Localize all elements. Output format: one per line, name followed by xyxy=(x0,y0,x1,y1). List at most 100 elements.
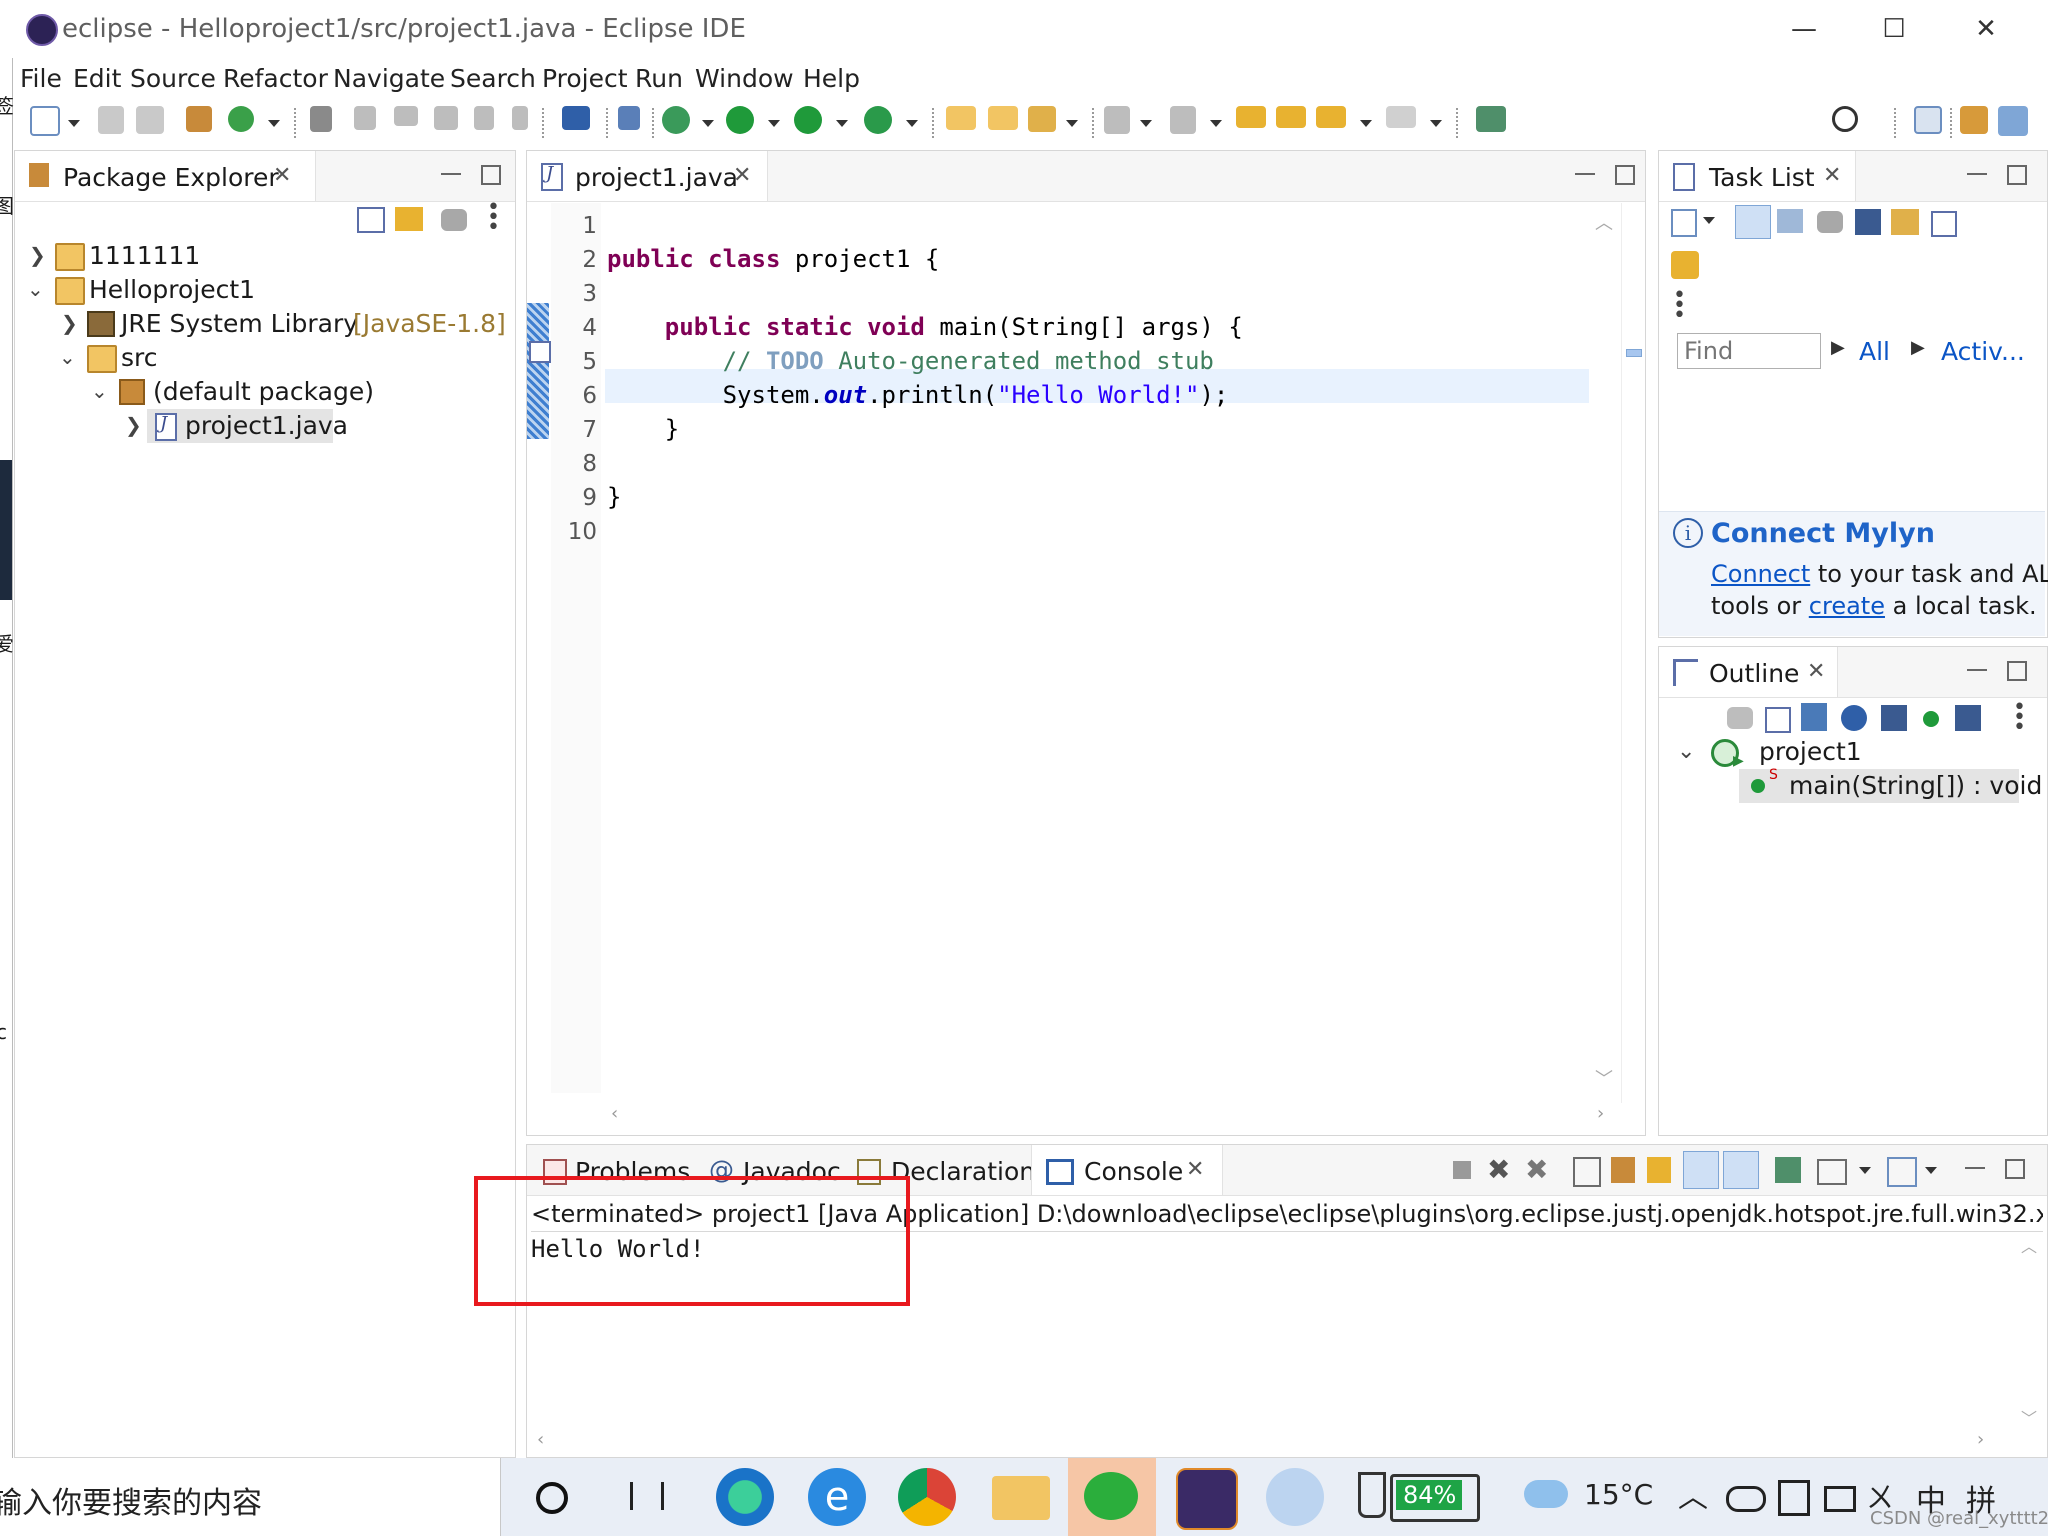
eclipse-taskbar-icon[interactable] xyxy=(1176,1468,1238,1530)
filters-icon[interactable] xyxy=(441,209,467,231)
new-task-icon[interactable] xyxy=(1671,209,1697,237)
toggle-mark-icon[interactable] xyxy=(394,106,418,126)
menu-refactor[interactable]: Refactor xyxy=(223,64,328,93)
chrome-browser-icon[interactable] xyxy=(898,1468,956,1526)
close-icon[interactable]: ✕ xyxy=(1823,163,1841,188)
filter-active-link[interactable]: Activ... xyxy=(1941,337,2025,366)
collapse-all-icon[interactable] xyxy=(357,207,385,233)
chevron-down-icon[interactable] xyxy=(1066,120,1078,127)
menu-edit[interactable]: Edit xyxy=(73,64,121,93)
close-icon[interactable]: ✕ xyxy=(733,163,751,188)
menu-source[interactable]: Source xyxy=(130,64,216,93)
search-icon[interactable] xyxy=(1832,106,1858,132)
maximize-button[interactable]: ☐ xyxy=(1862,8,1926,50)
clear-console-icon[interactable] xyxy=(1573,1157,1601,1187)
view-menu-icon[interactable]: • • • xyxy=(487,197,500,239)
horizontal-scrollbar[interactable]: ‹ › xyxy=(601,1101,1621,1131)
display-console-icon[interactable] xyxy=(1817,1159,1847,1185)
chevron-down-icon[interactable] xyxy=(1925,1167,1937,1174)
network-icon[interactable] xyxy=(1778,1480,1810,1516)
chevron-right-icon[interactable]: ❯ xyxy=(61,311,78,335)
maximize-view-icon[interactable] xyxy=(2007,661,2027,681)
taskbar-search-box[interactable]: 输入你要搜索的内容 xyxy=(0,1458,501,1536)
chevron-down-icon[interactable] xyxy=(1360,120,1372,127)
open-folder-icon[interactable] xyxy=(988,106,1018,130)
maximize-view-icon[interactable] xyxy=(481,165,501,185)
close-button[interactable]: ✕ xyxy=(1954,8,2018,50)
menu-file[interactable]: File xyxy=(20,64,62,93)
focus-icon[interactable] xyxy=(1817,211,1843,233)
onedrive-cloud-icon[interactable] xyxy=(1726,1486,1766,1512)
view-menu-icon[interactable]: • • • xyxy=(2013,697,2026,739)
menu-search[interactable]: Search xyxy=(450,64,536,93)
chevron-down-icon[interactable] xyxy=(268,120,280,127)
menu-project[interactable]: Project xyxy=(542,64,628,93)
coverage-icon[interactable] xyxy=(794,106,822,134)
debug-icon[interactable] xyxy=(662,106,690,134)
chevron-down-icon[interactable]: ⌄ xyxy=(27,277,44,301)
scroll-right-icon[interactable]: › xyxy=(1597,1103,1604,1124)
sync-icon[interactable] xyxy=(1891,209,1919,235)
feishu-icon[interactable] xyxy=(1266,1468,1324,1526)
chevron-down-icon[interactable] xyxy=(702,120,714,127)
remove-all-terminated-icon[interactable]: ✖ xyxy=(1525,1153,1548,1186)
word-wrap-icon[interactable] xyxy=(1647,1157,1671,1183)
file-explorer-icon[interactable] xyxy=(992,1476,1050,1520)
terminal-icon[interactable] xyxy=(562,106,590,130)
open-project-icon[interactable] xyxy=(946,106,976,130)
chevron-down-icon[interactable]: ⌄ xyxy=(59,345,76,369)
close-icon[interactable]: ✕ xyxy=(1807,659,1825,684)
ie-browser-icon[interactable]: e xyxy=(808,1468,866,1526)
view-menu-icon[interactable]: • • • xyxy=(1673,285,1686,327)
tab-project1-java[interactable]: project1.java ✕ xyxy=(527,151,768,201)
maximize-view-icon[interactable] xyxy=(2005,1159,2025,1179)
show-console-stdout-icon[interactable] xyxy=(1683,1151,1719,1189)
scroll-left-icon[interactable]: ‹ xyxy=(611,1103,618,1124)
hide-static-icon[interactable] xyxy=(1881,705,1907,731)
link-with-editor-icon[interactable] xyxy=(395,207,423,231)
open-type-icon[interactable] xyxy=(310,106,332,132)
chevron-down-icon[interactable] xyxy=(1859,1167,1871,1174)
scroll-up-icon[interactable]: ︿ xyxy=(2021,1233,2037,1257)
pin-console-icon[interactable] xyxy=(1775,1157,1801,1183)
scroll-left-icon[interactable]: ‹ xyxy=(537,1429,544,1450)
task-view-icon[interactable] xyxy=(630,1482,664,1510)
back-icon[interactable] xyxy=(1316,106,1346,128)
pilcrow-icon[interactable] xyxy=(512,106,528,130)
wechat-app-tile[interactable] xyxy=(1068,1458,1156,1536)
collapse-all-icon[interactable] xyxy=(1765,707,1791,733)
chevron-down-icon[interactable] xyxy=(68,120,80,127)
menu-run[interactable]: Run xyxy=(635,64,683,93)
scroll-right-icon[interactable]: › xyxy=(1977,1429,1984,1450)
chevron-down-icon[interactable] xyxy=(906,120,918,127)
whitespace-icon[interactable] xyxy=(474,106,494,130)
external-tools-icon[interactable] xyxy=(864,106,892,134)
close-icon[interactable]: ✕ xyxy=(273,163,291,188)
minimize-view-icon[interactable] xyxy=(441,165,461,175)
repositories-icon[interactable] xyxy=(1671,251,1699,279)
chevron-down-icon[interactable]: ⌄ xyxy=(1677,739,1695,764)
chevron-down-icon[interactable] xyxy=(1703,217,1715,224)
run-icon[interactable] xyxy=(726,106,754,134)
connect-link[interactable]: Connect xyxy=(1711,560,1810,588)
previous-annotation-icon[interactable] xyxy=(1170,106,1196,134)
code-area[interactable]: public class project1 { public static vo… xyxy=(535,203,1585,1093)
minimize-view-icon[interactable] xyxy=(1965,1159,1985,1169)
create-link[interactable]: create xyxy=(1809,592,1885,620)
menu-window[interactable]: Window xyxy=(695,64,794,93)
tab-outline[interactable]: Outline ✕ xyxy=(1659,647,1838,697)
terminate-icon[interactable] xyxy=(1453,1161,1471,1179)
chevron-right-icon[interactable]: ❯ xyxy=(125,413,142,437)
chevron-down-icon[interactable] xyxy=(768,120,780,127)
scroll-down-icon[interactable]: ﹀ xyxy=(2021,1405,2037,1429)
minimize-view-icon[interactable] xyxy=(1967,165,1987,175)
maximize-view-icon[interactable] xyxy=(2007,165,2027,185)
edge-browser-icon[interactable] xyxy=(716,1468,774,1526)
collapse-all-icon[interactable] xyxy=(1931,211,1957,237)
battery-tray-icon[interactable] xyxy=(1824,1486,1856,1512)
focus-icon[interactable] xyxy=(1727,707,1753,729)
block-selection-icon[interactable] xyxy=(434,106,458,130)
chevron-down-icon[interactable]: ⌄ xyxy=(91,379,108,403)
chevron-down-icon[interactable] xyxy=(1430,120,1442,127)
next-annotation-icon[interactable] xyxy=(1104,106,1130,134)
